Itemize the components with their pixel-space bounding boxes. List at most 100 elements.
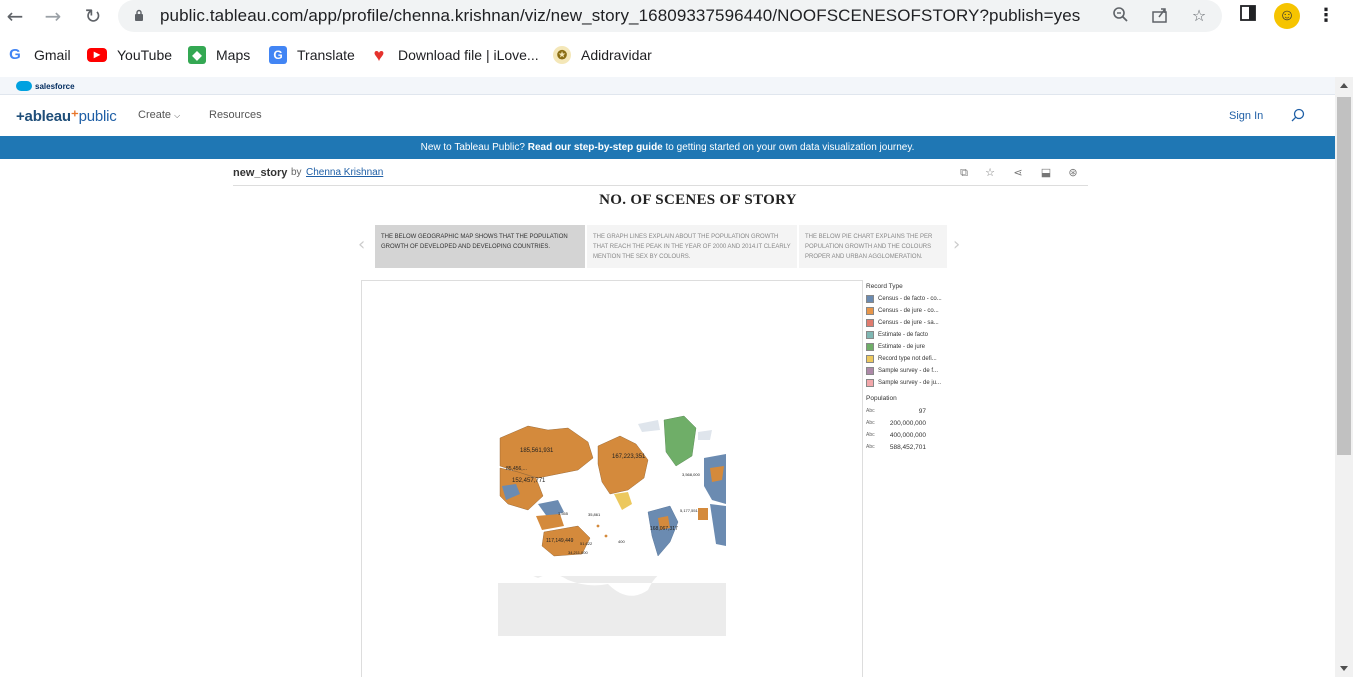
scroll-thumb[interactable] xyxy=(1337,97,1351,455)
fullscreen-icon[interactable]: ⊛ xyxy=(1066,166,1080,180)
author-link[interactable]: Chenna Krishnan xyxy=(306,167,383,178)
viz-name: new_story xyxy=(233,167,288,179)
sign-in-link[interactable]: Sign In xyxy=(1229,110,1263,122)
map-label: 168,067,317 xyxy=(650,526,678,532)
legend-swatch xyxy=(866,307,874,315)
chevron-down-icon: ⌵ xyxy=(174,111,181,120)
legend-item-record-type[interactable]: Sample survey - de f... xyxy=(866,365,966,377)
map-region-indonesia xyxy=(536,514,564,530)
bookmark-label: Adidravidar xyxy=(581,47,652,63)
map-panel: 185,561,931 85,456,... 152,457,771 3,555… xyxy=(361,280,863,677)
legend-item-record-type[interactable]: Sample survey - de ju... xyxy=(866,377,966,389)
legend-population-value: 97 xyxy=(918,407,926,415)
legend-label: Estimate - de facto xyxy=(878,332,929,338)
legend-label: Census - de jure - co... xyxy=(878,308,939,314)
zoom-icon[interactable] xyxy=(1110,6,1132,26)
page-scrollbar[interactable] xyxy=(1335,77,1353,677)
salesforce-strip: salesforce xyxy=(0,77,1335,95)
salesforce-cloud-icon xyxy=(16,81,32,91)
legend-title-population: Population xyxy=(866,395,897,402)
legend-item-population: Abc 200,000,000 xyxy=(866,417,966,429)
map-region-greenland xyxy=(663,415,697,467)
legend-swatch xyxy=(866,367,874,375)
legend-item-population: Abc 400,000,000 xyxy=(866,429,966,441)
story-next-arrow-icon[interactable]: › xyxy=(953,235,965,255)
map-label: 185,561,931 xyxy=(520,448,554,454)
map-region-africa xyxy=(710,504,726,546)
legend-label: Census - de facto - co... xyxy=(878,296,942,302)
story-title: NO. OF SCENES OF STORY xyxy=(599,192,797,208)
legend-swatch xyxy=(866,319,874,327)
reload-button[interactable]: ↻ xyxy=(80,4,106,28)
salesforce-logo[interactable]: salesforce xyxy=(16,80,75,92)
map-label: 3,568,000 xyxy=(682,472,701,477)
legend-population-value: 588,452,701 xyxy=(889,443,926,451)
world-map[interactable]: 185,561,931 85,456,... 152,457,771 3,555… xyxy=(498,408,726,636)
maps-icon: ◆ xyxy=(188,46,206,64)
copy-icon[interactable]: ⧉ xyxy=(957,166,971,180)
scroll-up-arrow-icon[interactable] xyxy=(1340,83,1348,88)
emblem-icon: ✪ xyxy=(553,46,571,64)
forward-button[interactable]: → xyxy=(40,4,66,28)
share-nodes-icon[interactable]: ⋖ xyxy=(1011,166,1025,180)
bookmark-maps[interactable]: ◆ Maps xyxy=(188,44,250,66)
map-label: 51,622 xyxy=(580,541,593,546)
legend-size-sample: Abc xyxy=(866,444,875,450)
legend-title-record-type: Record Type xyxy=(866,283,903,290)
legend-population-value: 200,000,000 xyxy=(889,419,926,427)
legend-size-sample: Abc xyxy=(866,432,875,438)
bookmark-ilovepdf[interactable]: ♥ Download file | iLove... xyxy=(370,44,539,66)
bookmark-label: YouTube xyxy=(117,47,173,63)
legend-population-value: 400,000,000 xyxy=(889,431,926,439)
bookmark-label: Maps xyxy=(216,47,251,63)
story-point-2[interactable]: THE GRAPH LINES EXPLAIN ABOUT THE POPULA… xyxy=(587,225,797,268)
bookmark-adidravidar[interactable]: ✪ Adidravidar xyxy=(553,44,652,66)
bookmark-star-icon[interactable]: ☆ xyxy=(1188,6,1210,26)
bookmark-gmail[interactable]: G Gmail xyxy=(6,44,71,66)
favorite-star-icon[interactable]: ☆ xyxy=(983,166,997,180)
story-point-1[interactable]: THE BELOW GEOGRAPHIC MAP SHOWS THAT THE … xyxy=(375,225,585,268)
legend-label: Estimate - de jure xyxy=(878,344,926,350)
nav-create[interactable]: Create ⌵ xyxy=(138,109,180,121)
share-icon[interactable] xyxy=(1149,6,1171,26)
youtube-icon: ▶ xyxy=(87,48,107,62)
viz-title-row: new_story by Chenna Krishnan ⧉ ☆ ⋖ ⬓ ⊛ xyxy=(233,162,1088,186)
download-icon[interactable]: ⬓ xyxy=(1039,166,1053,180)
ilovepdf-icon: ♥ xyxy=(373,45,385,65)
tableau-header: +ableau⁺public Create ⌵ Resources Sign I… xyxy=(0,96,1335,136)
legend-item-record-type[interactable]: Census - de jure - sa... xyxy=(866,317,966,329)
map-region-central-america xyxy=(614,492,632,510)
back-button[interactable]: ← xyxy=(2,4,28,28)
map-label: 3,555 xyxy=(558,511,569,516)
profile-avatar[interactable]: ☺ xyxy=(1274,3,1300,29)
legend-item-record-type[interactable]: Estimate - de jure xyxy=(866,341,966,353)
legend-item-record-type[interactable]: Record type not defi... xyxy=(866,353,966,365)
story-point-3[interactable]: THE BELOW PIE CHART EXPLAINS THE PER POP… xyxy=(799,225,947,268)
legend-item-record-type[interactable]: Census - de jure - co... xyxy=(866,305,966,317)
url-text[interactable]: public.tableau.com/app/profile/chenna.kr… xyxy=(160,6,1080,26)
bookmark-youtube[interactable]: ▶ YouTube xyxy=(87,44,172,66)
map-region-west-europe xyxy=(710,466,724,482)
menu-kebab-icon[interactable]: ⋮ xyxy=(1314,4,1338,28)
map-label: 85,456,... xyxy=(506,466,527,472)
legend-item-record-type[interactable]: Estimate - de facto xyxy=(866,329,966,341)
map-label: 167,223,351 xyxy=(612,454,646,460)
map-label: 5,177,551 xyxy=(680,508,699,513)
map-label: 400 xyxy=(618,539,625,544)
map-label: 152,457,771 xyxy=(512,478,546,484)
side-panel-icon[interactable] xyxy=(1236,4,1260,28)
legend-label: Record type not defi... xyxy=(878,356,937,362)
nav-resources[interactable]: Resources xyxy=(209,109,262,121)
legend-swatch xyxy=(866,331,874,339)
legend-item-record-type[interactable]: Census - de facto - co... xyxy=(866,293,966,305)
gmail-icon: G xyxy=(6,46,24,64)
address-bar[interactable]: public.tableau.com/app/profile/chenna.kr… xyxy=(118,0,1222,32)
guide-link[interactable]: Read our step-by-step guide xyxy=(528,142,663,153)
legend-item-population: Abc 97 xyxy=(866,405,966,417)
translate-icon: G xyxy=(269,46,287,64)
search-icon[interactable] xyxy=(1291,108,1305,122)
tableau-public-logo[interactable]: +ableau⁺public xyxy=(16,107,117,125)
bookmark-translate[interactable]: G Translate xyxy=(269,44,355,66)
scroll-down-arrow-icon[interactable] xyxy=(1340,666,1348,671)
story-prev-arrow-icon[interactable]: ‹ xyxy=(358,235,370,255)
